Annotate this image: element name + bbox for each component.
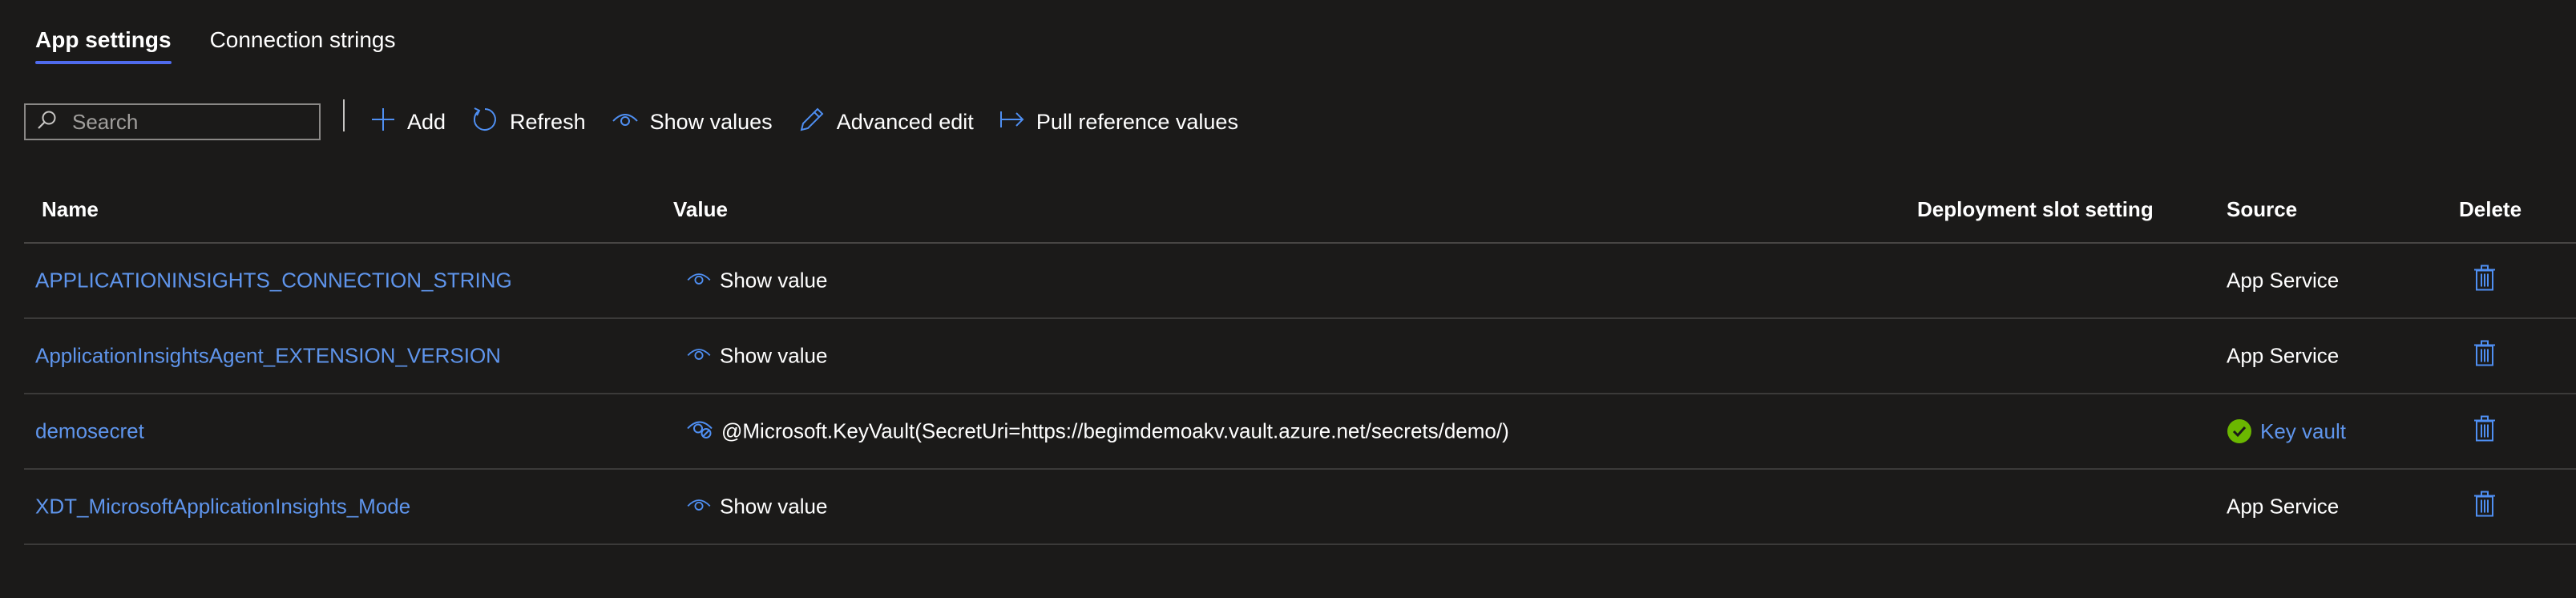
pull-reference-values-button[interactable]: Pull reference values bbox=[999, 108, 1238, 136]
show-values-button[interactable]: Show values bbox=[612, 110, 773, 135]
show-value-button[interactable]: Show value bbox=[686, 495, 827, 519]
refresh-label: Refresh bbox=[510, 109, 586, 134]
trash-icon bbox=[2474, 340, 2495, 366]
tab-connection-strings[interactable]: Connection strings bbox=[210, 27, 396, 64]
header-delete: Delete bbox=[2459, 197, 2522, 221]
pull-reference-label: Pull reference values bbox=[1036, 109, 1238, 134]
delete-button[interactable] bbox=[2473, 491, 2496, 523]
eye-icon bbox=[686, 344, 712, 369]
eye-icon bbox=[686, 495, 712, 519]
eye-icon bbox=[686, 269, 712, 293]
refresh-button[interactable]: Refresh bbox=[471, 106, 586, 139]
header-name[interactable]: Name bbox=[42, 197, 99, 222]
header-source[interactable]: Source bbox=[2227, 197, 2297, 222]
setting-name-link[interactable]: demosecret bbox=[35, 419, 144, 444]
header-deployment-slot-setting[interactable]: Deployment slot setting bbox=[1917, 197, 2154, 222]
eye-hide-icon bbox=[686, 418, 713, 446]
setting-value-text: @Microsoft.KeyVault(SecretUri=https://be… bbox=[721, 418, 1509, 443]
header-value[interactable]: Value bbox=[673, 197, 728, 222]
hide-value-button[interactable]: @Microsoft.KeyVault(SecretUri=https://be… bbox=[686, 418, 1509, 446]
advanced-edit-label: Advanced edit bbox=[836, 109, 974, 134]
setting-name-link[interactable]: XDT_MicrosoftApplicationInsights_Mode bbox=[35, 495, 410, 519]
show-value-label: Show value bbox=[720, 268, 828, 293]
search-input[interactable] bbox=[72, 109, 313, 135]
eye-icon bbox=[612, 110, 639, 135]
show-value-button[interactable]: Show value bbox=[686, 344, 827, 369]
toolbar: Add Refresh Show values Advanced edit Pu… bbox=[24, 98, 1264, 146]
advanced-edit-button[interactable]: Advanced edit bbox=[798, 106, 974, 139]
search-box[interactable] bbox=[24, 103, 321, 140]
table-header: Name Value Deployment slot setting Sourc… bbox=[24, 183, 2576, 244]
checkmark-circle-icon bbox=[2227, 419, 2251, 443]
source-key-vault: Key vault bbox=[2227, 418, 2346, 444]
add-button[interactable]: Add bbox=[370, 107, 446, 138]
show-values-label: Show values bbox=[649, 109, 773, 134]
add-label: Add bbox=[407, 109, 446, 134]
toolbar-divider bbox=[343, 99, 345, 131]
show-value-label: Show value bbox=[720, 494, 828, 519]
trash-icon bbox=[2474, 265, 2495, 291]
setting-name-link[interactable]: ApplicationInsightsAgent_EXTENSION_VERSI… bbox=[35, 344, 501, 369]
pull-arrow-icon bbox=[999, 108, 1025, 136]
show-value-button[interactable]: Show value bbox=[686, 269, 827, 293]
plus-icon bbox=[370, 107, 396, 138]
app-settings-table: Name Value Deployment slot setting Sourc… bbox=[24, 183, 2576, 545]
source-text: App Service bbox=[2227, 494, 2340, 519]
tab-app-settings[interactable]: App settings bbox=[35, 27, 172, 64]
show-value-label: Show value bbox=[720, 343, 828, 368]
trash-icon bbox=[2474, 415, 2495, 442]
table-row: demosecret @Microsoft.KeyVault(SecretUri… bbox=[24, 394, 2576, 470]
table-row: APPLICATIONINSIGHTS_CONNECTION_STRING Sh… bbox=[24, 244, 2576, 319]
table-row: ApplicationInsightsAgent_EXTENSION_VERSI… bbox=[24, 319, 2576, 394]
tab-bar: App settings Connection strings bbox=[35, 27, 395, 64]
trash-icon bbox=[2474, 491, 2495, 517]
table-row: XDT_MicrosoftApplicationInsights_Mode Sh… bbox=[24, 470, 2576, 545]
refresh-icon bbox=[471, 106, 499, 139]
pencil-icon bbox=[798, 106, 826, 139]
source-text: App Service bbox=[2227, 268, 2340, 293]
setting-name-link[interactable]: APPLICATIONINSIGHTS_CONNECTION_STRING bbox=[35, 269, 512, 293]
key-vault-link[interactable]: Key vault bbox=[2260, 419, 2346, 444]
delete-button[interactable] bbox=[2473, 340, 2496, 373]
search-icon bbox=[37, 110, 58, 135]
delete-button[interactable] bbox=[2473, 415, 2496, 448]
delete-button[interactable] bbox=[2473, 265, 2496, 297]
source-text: App Service bbox=[2227, 343, 2340, 368]
